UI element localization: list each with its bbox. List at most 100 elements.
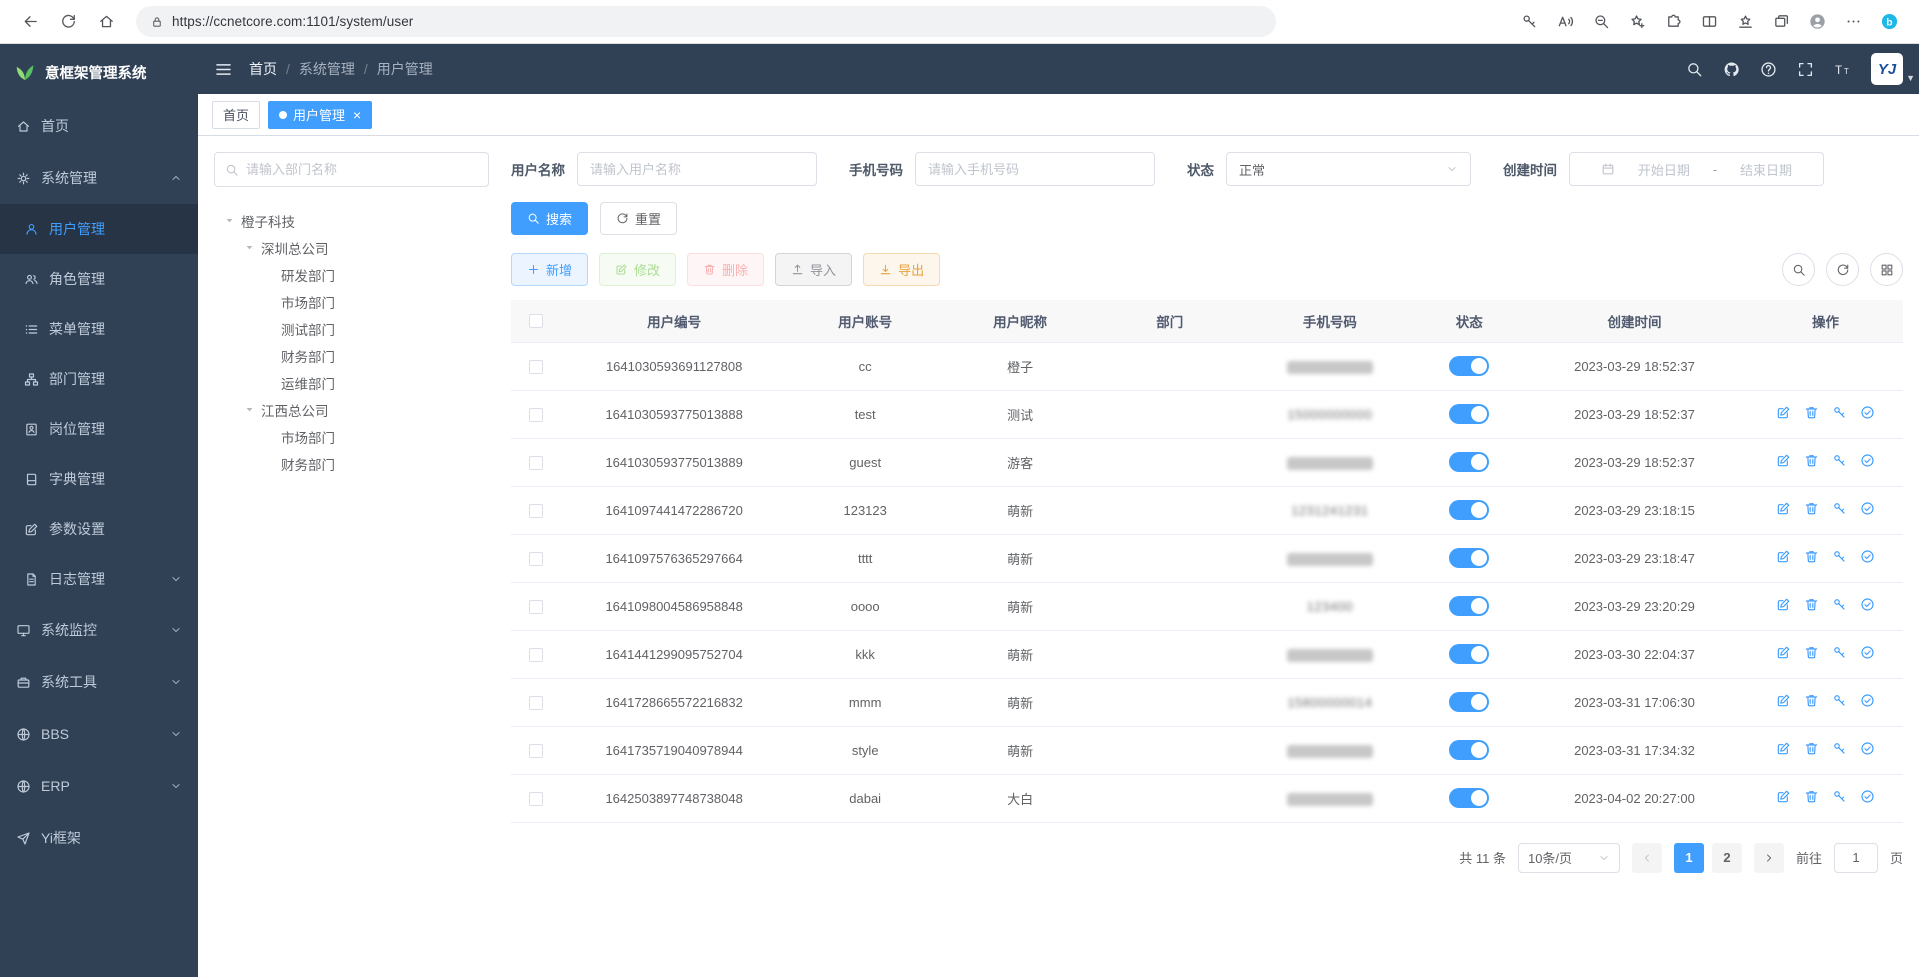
status-toggle[interactable]: [1449, 548, 1489, 568]
toggle-search-button[interactable]: [1782, 253, 1815, 286]
prev-page-button[interactable]: [1632, 843, 1662, 873]
bing-chat-button[interactable]: b: [1873, 6, 1905, 38]
reset-password-icon[interactable]: [1832, 549, 1847, 564]
sidebar-item-dept-management[interactable]: 部门管理: [0, 354, 198, 404]
delete-row-icon[interactable]: [1804, 597, 1819, 612]
sidebar-item-system-tools[interactable]: 系统工具: [0, 656, 198, 708]
delete-button[interactable]: 删除: [687, 253, 764, 286]
edit-row-icon[interactable]: [1776, 645, 1791, 660]
sidebar-item-bbs[interactable]: BBS: [0, 708, 198, 760]
favorites-button[interactable]: [1729, 6, 1761, 38]
address-bar[interactable]: https://ccnetcore.com:1101/system/user: [136, 6, 1276, 37]
sidebar-item-role-management[interactable]: 角色管理: [0, 254, 198, 304]
assign-role-icon[interactable]: [1860, 693, 1875, 708]
reset-password-icon[interactable]: [1832, 453, 1847, 468]
reset-password-icon[interactable]: [1832, 789, 1847, 804]
import-button[interactable]: 导入: [775, 253, 852, 286]
dept-search-input[interactable]: [246, 162, 478, 177]
sidebar-item-post-management[interactable]: 岗位管理: [0, 404, 198, 454]
status-toggle[interactable]: [1449, 788, 1489, 808]
add-favorite-button[interactable]: [1621, 6, 1653, 38]
breadcrumb-item[interactable]: 首页: [249, 59, 277, 79]
split-screen-button[interactable]: [1693, 6, 1725, 38]
reset-password-icon[interactable]: [1832, 597, 1847, 612]
delete-row-icon[interactable]: [1804, 693, 1819, 708]
reset-password-icon[interactable]: [1832, 405, 1847, 420]
edit-row-icon[interactable]: [1776, 741, 1791, 756]
fullscreen-button[interactable]: [1797, 61, 1814, 78]
tree-node[interactable]: 深圳总公司: [214, 234, 489, 261]
edit-row-icon[interactable]: [1776, 405, 1791, 420]
sidebar-item-user-management[interactable]: 用户管理: [0, 204, 198, 254]
tab-close-icon[interactable]: ×: [353, 108, 361, 122]
delete-row-icon[interactable]: [1804, 453, 1819, 468]
sidebar-item-menu-management[interactable]: 菜单管理: [0, 304, 198, 354]
status-toggle[interactable]: [1449, 596, 1489, 616]
row-checkbox[interactable]: [529, 408, 543, 422]
reset-password-icon[interactable]: [1832, 693, 1847, 708]
sidebar-item-system-management[interactable]: 系统管理: [0, 152, 198, 204]
tree-node[interactable]: 运维部门: [214, 369, 489, 396]
toggle-columns-button[interactable]: [1870, 253, 1903, 286]
browser-back-button[interactable]: [14, 6, 46, 38]
sidebar-item-param-settings[interactable]: 参数设置: [0, 504, 198, 554]
row-checkbox[interactable]: [529, 600, 543, 614]
assign-role-icon[interactable]: [1860, 549, 1875, 564]
sidebar-item-erp[interactable]: ERP: [0, 760, 198, 812]
tree-node[interactable]: 市场部门: [214, 288, 489, 315]
reset-password-icon[interactable]: [1832, 741, 1847, 756]
goto-page-input[interactable]: [1834, 843, 1878, 873]
status-toggle[interactable]: [1449, 356, 1489, 376]
edit-row-icon[interactable]: [1776, 501, 1791, 516]
date-range-picker[interactable]: 开始日期 - 结束日期: [1569, 152, 1824, 186]
row-checkbox[interactable]: [529, 504, 543, 518]
browser-home-button[interactable]: [90, 6, 122, 38]
export-button[interactable]: 导出: [863, 253, 940, 286]
username-input[interactable]: [577, 152, 817, 186]
modify-button[interactable]: 修改: [599, 253, 676, 286]
row-checkbox[interactable]: [529, 744, 543, 758]
status-toggle[interactable]: [1449, 452, 1489, 472]
status-toggle[interactable]: [1449, 404, 1489, 424]
browser-refresh-button[interactable]: [52, 6, 84, 38]
edit-row-icon[interactable]: [1776, 597, 1791, 612]
row-checkbox[interactable]: [529, 792, 543, 806]
header-search-button[interactable]: [1686, 61, 1703, 78]
row-checkbox[interactable]: [529, 696, 543, 710]
delete-row-icon[interactable]: [1804, 405, 1819, 420]
status-toggle[interactable]: [1449, 692, 1489, 712]
tree-node[interactable]: 测试部门: [214, 315, 489, 342]
next-page-button[interactable]: [1754, 843, 1784, 873]
search-button[interactable]: 搜索: [511, 202, 588, 235]
browser-menu-button[interactable]: [1837, 6, 1869, 38]
assign-role-icon[interactable]: [1860, 741, 1875, 756]
assign-role-icon[interactable]: [1860, 405, 1875, 420]
delete-row-icon[interactable]: [1804, 789, 1819, 804]
browser-profile-button[interactable]: [1801, 6, 1833, 38]
status-toggle[interactable]: [1449, 500, 1489, 520]
sidebar-item-log-management[interactable]: 日志管理: [0, 554, 198, 604]
select-all-checkbox[interactable]: [529, 314, 543, 328]
row-checkbox[interactable]: [529, 552, 543, 566]
zoom-button[interactable]: [1585, 6, 1617, 38]
assign-role-icon[interactable]: [1860, 597, 1875, 612]
assign-role-icon[interactable]: [1860, 501, 1875, 516]
status-select[interactable]: 正常: [1226, 152, 1471, 186]
status-toggle[interactable]: [1449, 740, 1489, 760]
sidebar-item-yi-framework[interactable]: Yi框架: [0, 812, 198, 864]
tab-1[interactable]: 用户管理×: [268, 101, 372, 129]
password-key-button[interactable]: [1513, 6, 1545, 38]
tree-node[interactable]: 江西总公司: [214, 396, 489, 423]
delete-row-icon[interactable]: [1804, 741, 1819, 756]
edit-row-icon[interactable]: [1776, 549, 1791, 564]
delete-row-icon[interactable]: [1804, 549, 1819, 564]
reset-password-icon[interactable]: [1832, 501, 1847, 516]
collections-button[interactable]: [1765, 6, 1797, 38]
assign-role-icon[interactable]: [1860, 645, 1875, 660]
reset-password-icon[interactable]: [1832, 645, 1847, 660]
reset-button[interactable]: 重置: [600, 202, 677, 235]
page-size-select[interactable]: 10条/页: [1518, 843, 1620, 873]
tree-node[interactable]: 财务部门: [214, 342, 489, 369]
row-checkbox[interactable]: [529, 360, 543, 374]
tree-node[interactable]: 研发部门: [214, 261, 489, 288]
